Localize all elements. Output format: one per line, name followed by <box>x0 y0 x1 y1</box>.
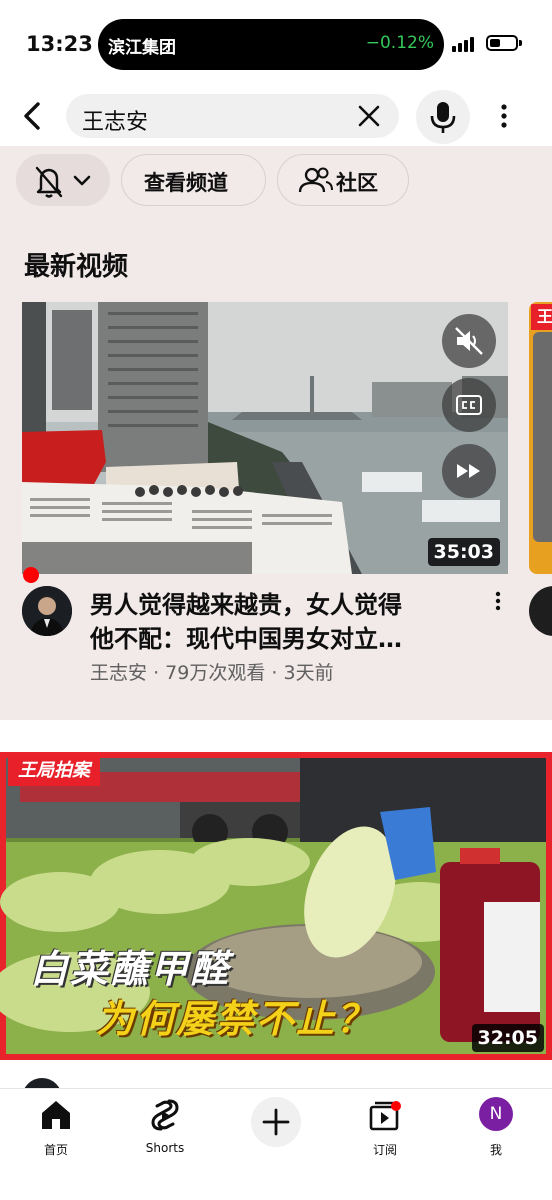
view-channel-label: 查看频道 <box>144 171 228 195</box>
next-channel-avatar-peek[interactable] <box>529 586 552 636</box>
nav-subscriptions-label: 订阅 <box>372 1143 397 1157</box>
home-icon <box>42 1101 70 1129</box>
search-query: 王志安 <box>82 110 149 135</box>
avatar-image <box>22 586 72 636</box>
dynamic-island[interactable]: 滨江集团 −0.12% <box>98 19 444 70</box>
fast-forward-button[interactable] <box>442 444 496 498</box>
playback-progress-dot[interactable] <box>23 567 39 583</box>
video-options-button[interactable] <box>488 588 508 616</box>
video-title-line1: 男人觉得越来越贵，女人觉得 <box>90 591 402 619</box>
voice-search-button[interactable] <box>416 90 470 144</box>
captions-button[interactable] <box>442 378 496 432</box>
clear-search-button[interactable] <box>357 104 381 128</box>
signal-icon <box>452 34 480 52</box>
next-row-peek <box>0 1060 552 1090</box>
plus-icon <box>262 1108 290 1136</box>
video-duration: 35:03 <box>427 538 500 566</box>
create-button[interactable] <box>251 1097 301 1147</box>
fast-forward-icon <box>457 464 480 478</box>
chevron-left-icon <box>24 102 40 130</box>
subscriptions-icon <box>369 1101 401 1131</box>
channel-card: 查看频道 社区 最新视频 35:03 王 男人觉得越来越贵，女人觉得 他不配：现… <box>0 146 552 720</box>
status-bar: 13:23 滨江集团 −0.12% <box>0 0 552 86</box>
clock: 13:23 <box>26 32 93 56</box>
nav-home[interactable]: 首页 <box>11 1097 101 1157</box>
notification-toggle[interactable] <box>16 154 110 206</box>
search-input[interactable]: 王志安 <box>66 94 399 138</box>
stock-name: 滨江集团 <box>108 38 176 58</box>
nav-me-label: 我 <box>489 1143 502 1157</box>
nav-shorts[interactable]: Shorts <box>120 1097 210 1155</box>
community-label: 社区 <box>336 171 378 195</box>
video-view-count: 79万次观看 <box>165 662 266 684</box>
nav-me[interactable]: N 我 <box>451 1097 541 1157</box>
people-icon <box>298 167 333 193</box>
mute-button[interactable] <box>442 314 496 368</box>
video-title-line2: 他不配：现代中国男女对立… <box>90 625 402 653</box>
nav-shorts-label: Shorts <box>145 1141 185 1155</box>
search-header: 王志安 <box>0 86 552 146</box>
bottom-navigation: 首页 Shorts 订阅 N 我 <box>0 1088 552 1200</box>
closed-captions-icon <box>456 395 482 415</box>
user-avatar: N <box>479 1097 513 1131</box>
community-button[interactable]: 社区 <box>277 154 409 206</box>
nav-subscriptions[interactable]: 订阅 <box>340 1097 430 1157</box>
video-age: 3天前 <box>283 662 334 684</box>
next-video-tag: 王 <box>531 304 552 330</box>
video-title[interactable]: 男人觉得越来越贵，女人觉得 他不配：现代中国男女对立… <box>90 588 470 656</box>
back-button[interactable] <box>16 96 50 136</box>
view-channel-button[interactable]: 查看频道 <box>121 154 266 206</box>
microphone-icon <box>430 102 456 133</box>
video-thumbnail[interactable]: 35:03 <box>22 302 508 574</box>
section-title: 最新视频 <box>24 252 129 282</box>
more-options-button[interactable] <box>494 98 514 134</box>
bell-off-icon <box>35 166 91 198</box>
series-tag: 王局拍案 <box>8 756 100 786</box>
volume-off-icon <box>455 327 483 355</box>
more-vertical-icon <box>501 104 507 128</box>
more-vertical-icon <box>495 591 501 611</box>
video-channel-name: 王志安 <box>90 662 148 684</box>
channel-avatar[interactable] <box>22 586 72 636</box>
thumbnail-image <box>22 302 508 574</box>
video-duration-2: 32:05 <box>471 1024 544 1052</box>
nav-home-label: 首页 <box>43 1143 68 1157</box>
thumbnail-caption-1: 白菜蘸甲醛 <box>30 947 231 991</box>
thumbnail-caption-2: 为何屡禁不止？ <box>96 997 377 1041</box>
battery-icon <box>486 35 522 51</box>
close-icon <box>358 105 380 127</box>
stock-change: −0.12% <box>365 33 434 53</box>
video-meta: 王志安 · 79万次观看 · 3天前 <box>90 662 334 684</box>
next-video-thumbnail-peek[interactable]: 王 <box>529 302 552 574</box>
shorts-icon <box>151 1099 179 1131</box>
